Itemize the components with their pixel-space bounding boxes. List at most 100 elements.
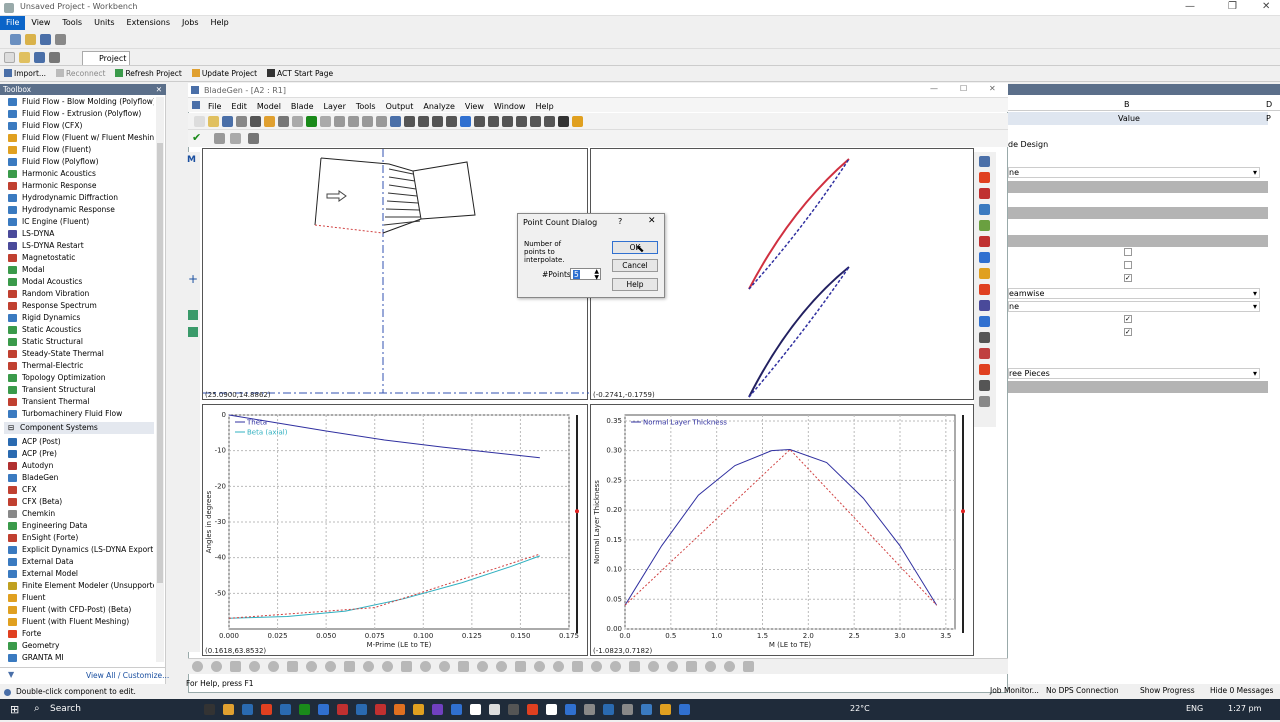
toolbox-item[interactable]: Thermal-Electric <box>4 360 154 372</box>
close-icon[interactable]: ✕ <box>648 216 656 226</box>
close-icon[interactable]: ✕ <box>989 84 996 93</box>
toolbox-item[interactable]: Hydrodynamic Diffraction <box>4 192 154 204</box>
bottom-tool-icon[interactable] <box>192 661 203 672</box>
open-project-icon[interactable] <box>19 52 30 63</box>
toolbox-item[interactable]: IC Engine (Fluent) <box>4 216 154 228</box>
view-tool-icon[interactable] <box>979 252 990 263</box>
view-tool-icon[interactable] <box>979 268 990 279</box>
checkbox[interactable] <box>1124 248 1132 256</box>
bottom-tool-icon[interactable] <box>610 661 621 672</box>
toolbox-item[interactable]: Steady-State Thermal <box>4 348 154 360</box>
bottom-tool-icon[interactable] <box>306 661 317 672</box>
check-icon[interactable]: ✔ <box>192 131 201 144</box>
checkbox[interactable] <box>1124 261 1132 269</box>
toolbar-icon[interactable] <box>404 116 415 127</box>
taskbar-app-icon[interactable] <box>394 704 405 715</box>
toolbox-scrollbar[interactable] <box>156 97 164 662</box>
toolbox-item[interactable]: Chemkin <box>4 508 154 520</box>
bottom-tool-icon[interactable] <box>515 661 526 672</box>
toolbox-item[interactable]: External Model <box>4 568 154 580</box>
view-tool-icon[interactable] <box>979 316 990 327</box>
menu-units[interactable]: Units <box>88 16 120 30</box>
search-icon[interactable]: ⌕ <box>34 703 40 714</box>
view-tool-icon[interactable] <box>979 172 990 183</box>
toolbar-icon[interactable] <box>572 116 583 127</box>
checkbox[interactable]: ✓ <box>1124 328 1132 336</box>
split-icon[interactable] <box>214 133 225 144</box>
bg-menu-file[interactable]: File <box>203 100 226 114</box>
menu-tools[interactable]: Tools <box>56 16 88 30</box>
toolbar-icon[interactable] <box>474 116 485 127</box>
view-tool-icon[interactable] <box>979 188 990 199</box>
toolbox-item[interactable]: Response Spectrum <box>4 300 154 312</box>
toolbox-item[interactable]: Fluid Flow - Extrusion (Polyflow) <box>4 108 154 120</box>
toolbar-icon[interactable] <box>432 116 443 127</box>
bottom-tool-icon[interactable] <box>591 661 602 672</box>
taskbar-app-icon[interactable] <box>527 704 538 715</box>
windows-start-icon[interactable]: ⊞ <box>10 703 19 716</box>
bottom-tool-icon[interactable] <box>268 661 279 672</box>
toolbox-item[interactable]: Turbomachinery Fluid Flow <box>4 408 154 420</box>
bottom-tool-icon[interactable] <box>401 661 412 672</box>
toolbox-item[interactable]: EnSight (Forte) <box>4 532 154 544</box>
taskbar-app-icon[interactable] <box>356 704 367 715</box>
toolbox-item[interactable]: Explicit Dynamics (LS-DYNA Export) (U <box>4 544 154 556</box>
taskbar-app-icon[interactable] <box>280 704 291 715</box>
view-tool-icon[interactable] <box>979 364 990 375</box>
help-button[interactable]: Help <box>612 278 658 291</box>
taskbar-app-icon[interactable] <box>318 704 329 715</box>
bottom-tool-icon[interactable] <box>534 661 545 672</box>
toolbox-item[interactable]: Fluid Flow (Fluent) <box>4 144 154 156</box>
toolbar-icon[interactable] <box>348 116 359 127</box>
toolbox-item[interactable]: ACP (Pre) <box>4 448 154 460</box>
toolbox-item[interactable]: LS-DYNA <box>4 228 154 240</box>
taskbar-app-icon[interactable] <box>451 704 462 715</box>
bottom-tool-icon[interactable] <box>496 661 507 672</box>
bg-menu-layer[interactable]: Layer <box>319 100 351 114</box>
toolbox-item[interactable]: Fluid Flow (Polyflow) <box>4 156 154 168</box>
view-tool-icon[interactable] <box>979 220 990 231</box>
bottom-tool-icon[interactable] <box>705 661 716 672</box>
toolbar-icon[interactable] <box>446 116 457 127</box>
toolbox-item[interactable]: Harmonic Response <box>4 180 154 192</box>
minimize-icon[interactable]: — <box>1185 1 1195 12</box>
bottom-tool-icon[interactable] <box>211 661 222 672</box>
import-button[interactable]: Import... <box>0 66 50 81</box>
toolbox-item[interactable]: Static Structural <box>4 336 154 348</box>
toolbox-item[interactable]: Rigid Dynamics <box>4 312 154 324</box>
update-project-button[interactable]: Update Project <box>188 66 261 81</box>
spin-down-icon[interactable]: ▼ <box>594 274 599 281</box>
taskbar-search[interactable]: Search <box>50 704 81 714</box>
toolbar-icon[interactable] <box>208 116 219 127</box>
toolbox-item[interactable]: Forte <box>4 628 154 640</box>
new-icon[interactable] <box>10 34 21 45</box>
menu-help[interactable]: Help <box>205 16 235 30</box>
toolbox-item[interactable]: Finite Element Modeler (Unsupported) <box>4 580 154 592</box>
taskbar-app-icon[interactable] <box>470 704 481 715</box>
toolbox-item[interactable]: Geometry <box>4 640 154 652</box>
toolbar-icon[interactable] <box>516 116 527 127</box>
taskbar-app-icon[interactable] <box>660 704 671 715</box>
bottom-tool-icon[interactable] <box>743 661 754 672</box>
bg-menu-window[interactable]: Window <box>489 100 531 114</box>
ok-button[interactable]: OK <box>612 241 658 254</box>
toolbar-icon[interactable] <box>418 116 429 127</box>
taskbar-app-icon[interactable] <box>489 704 500 715</box>
bottom-tool-icon[interactable] <box>230 661 241 672</box>
prop-dropdown[interactable]: eamwise ▾ <box>1008 288 1260 299</box>
toolbox-item[interactable]: Fluent (with CFD-Post) (Beta) <box>4 604 154 616</box>
toolbar-icon[interactable] <box>390 116 401 127</box>
toolbar-icon[interactable] <box>530 116 541 127</box>
menu-extensions[interactable]: Extensions <box>121 16 176 30</box>
toolbox-item[interactable]: Random Vibration <box>4 288 154 300</box>
add-icon[interactable]: + <box>188 272 198 286</box>
bottom-tool-icon[interactable] <box>686 661 697 672</box>
bottom-tool-icon[interactable] <box>477 661 488 672</box>
bg-menu-edit[interactable]: Edit <box>226 100 252 114</box>
tab-project[interactable]: Project <box>82 51 130 65</box>
toolbox-item[interactable]: Harmonic Acoustics <box>4 168 154 180</box>
filter-icon[interactable]: ▼ <box>8 670 14 679</box>
bg-menu-tools[interactable]: Tools <box>351 100 381 114</box>
bottom-tool-icon[interactable] <box>667 661 678 672</box>
toolbox-item[interactable]: Transient Thermal <box>4 396 154 408</box>
